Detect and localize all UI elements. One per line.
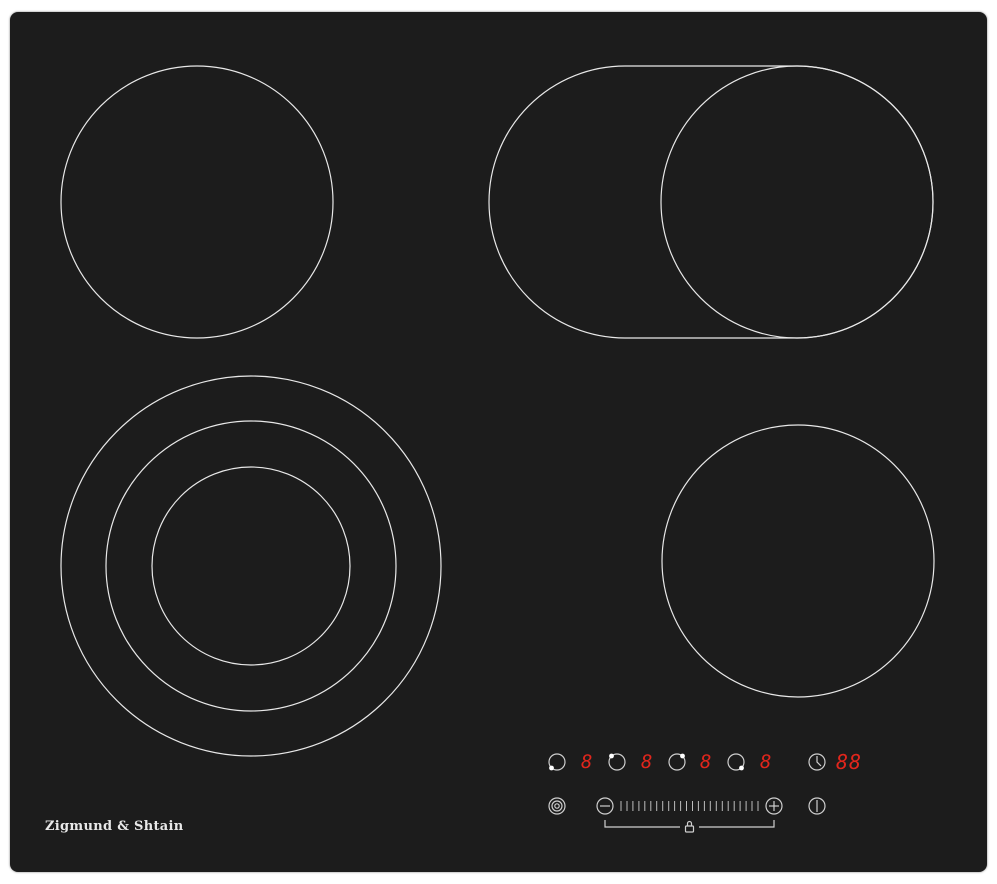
power-button[interactable] — [805, 794, 829, 818]
cooking-zone-front-left — [151, 466, 351, 666]
zone-select-front-right-button[interactable] — [724, 750, 748, 774]
timer-button[interactable] — [805, 750, 829, 774]
zone-display-front-left: 8 — [581, 751, 594, 773]
child-lock-button[interactable] — [678, 818, 702, 842]
cooking-zone-rear-right — [660, 65, 934, 339]
dual-zone-button[interactable] — [545, 794, 569, 818]
zone-display-rear-right: 8 — [700, 751, 713, 773]
cooking-zone-front-left-outer-ring — [60, 375, 442, 757]
increase-power-button[interactable] — [762, 794, 786, 818]
decrease-power-button[interactable] — [593, 794, 617, 818]
cooking-zone-front-right — [661, 424, 935, 698]
cooking-zone-rear-right-extension — [488, 65, 934, 339]
zone-select-rear-left-button[interactable] — [605, 750, 629, 774]
cooking-zone-front-left-middle-ring — [105, 420, 397, 712]
brand-logo: Zigmund & Shtain — [45, 819, 184, 834]
zone-display-front-right: 8 — [760, 751, 773, 773]
timer-display: 88 — [836, 750, 863, 774]
zone-display-rear-left: 8 — [641, 751, 654, 773]
zone-select-rear-right-button[interactable] — [665, 750, 689, 774]
cooking-zone-rear-left — [60, 65, 334, 339]
power-slider-track[interactable] — [617, 796, 762, 816]
zone-select-front-left-button[interactable] — [545, 750, 569, 774]
